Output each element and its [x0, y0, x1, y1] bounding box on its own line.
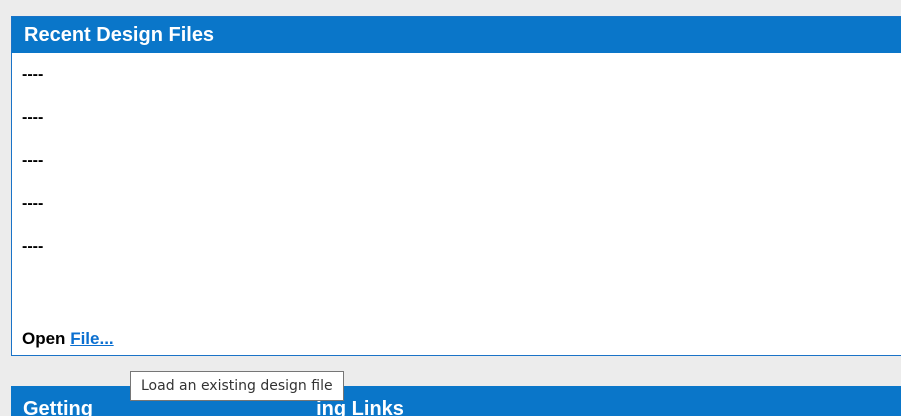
panel-title-left: Getting [23, 398, 93, 416]
recent-file-item[interactable]: ---- [22, 196, 43, 239]
panel-title: Recent Design Files [12, 17, 901, 53]
recent-files-list: ---- ---- ---- ---- ---- [22, 67, 43, 282]
open-file-link[interactable]: File... [70, 329, 113, 348]
open-file-row: Open File... [22, 329, 114, 349]
recent-design-files-panel: Recent Design Files ---- ---- ---- ---- … [11, 16, 901, 356]
recent-file-item[interactable]: ---- [22, 110, 43, 153]
recent-file-item[interactable]: ---- [22, 153, 43, 196]
recent-file-item[interactable]: ---- [22, 239, 43, 282]
open-label: Open [22, 329, 66, 348]
file-link-tooltip: Load an existing design file [130, 371, 344, 401]
recent-file-item[interactable]: ---- [22, 67, 43, 110]
